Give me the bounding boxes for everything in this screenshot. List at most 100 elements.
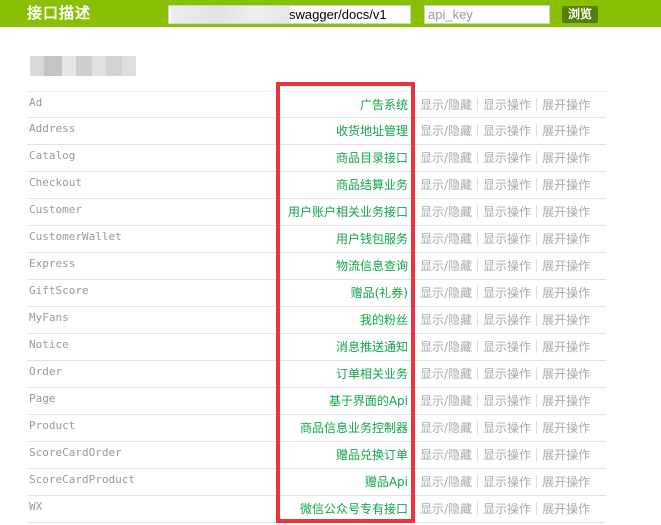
resource-name[interactable]: Order xyxy=(29,365,62,379)
resource-name[interactable]: ScoreCardProduct xyxy=(29,473,135,487)
resource-row: GiftScore 赠品(礼券) 显示/隐藏 显示操作 展开操作 xyxy=(27,280,606,307)
list-operations-link[interactable]: 显示操作 xyxy=(483,151,531,165)
show-hide-link[interactable]: 显示/隐藏 xyxy=(420,313,472,327)
resource-name[interactable]: Catalog xyxy=(29,149,75,163)
show-hide-link[interactable]: 显示/隐藏 xyxy=(420,340,472,354)
redacted-heading xyxy=(30,56,136,76)
expand-operations-link[interactable]: 展开操作 xyxy=(542,286,590,300)
list-operations-link[interactable]: 显示操作 xyxy=(483,367,531,381)
divider xyxy=(536,178,538,191)
expand-operations-link[interactable]: 展开操作 xyxy=(542,313,590,327)
expand-operations-link[interactable]: 展开操作 xyxy=(542,151,590,165)
show-hide-link[interactable]: 显示/隐藏 xyxy=(420,502,472,516)
list-operations-link[interactable]: 显示操作 xyxy=(483,313,531,327)
resource-actions: 显示/隐藏 显示操作 展开操作 xyxy=(420,177,590,193)
expand-operations-link[interactable]: 展开操作 xyxy=(542,124,590,138)
show-hide-link[interactable]: 显示/隐藏 xyxy=(420,259,472,273)
expand-operations-link[interactable]: 展开操作 xyxy=(542,475,590,489)
expand-operations-link[interactable]: 展开操作 xyxy=(542,367,590,381)
resource-description: 商品目录接口 xyxy=(335,151,408,165)
list-operations-link[interactable]: 显示操作 xyxy=(483,421,531,435)
show-hide-link[interactable]: 显示/隐藏 xyxy=(420,178,472,192)
resource-name[interactable]: WX xyxy=(29,500,42,514)
show-hide-link[interactable]: 显示/隐藏 xyxy=(420,394,472,408)
show-hide-link[interactable]: 显示/隐藏 xyxy=(420,286,472,300)
resource-row: Customer 用户账户相关业务接口 显示/隐藏 显示操作 展开操作 xyxy=(27,199,606,226)
resource-name[interactable]: Express xyxy=(29,257,75,271)
resource-row: CustomerWallet 用户钱包服务 显示/隐藏 显示操作 展开操作 xyxy=(27,226,606,253)
explore-button[interactable]: 浏览 xyxy=(562,6,598,23)
resource-description: 赠品(礼券) xyxy=(350,286,408,300)
resource-name[interactable]: Product xyxy=(29,419,75,433)
resource-description: 微信公众号专有接口 xyxy=(299,502,408,516)
api-key-input[interactable]: api_key xyxy=(424,5,550,24)
expand-operations-link[interactable]: 展开操作 xyxy=(542,232,590,246)
list-operations-link[interactable]: 显示操作 xyxy=(483,394,531,408)
list-operations-link[interactable]: 显示操作 xyxy=(483,98,531,112)
show-hide-link[interactable]: 显示/隐藏 xyxy=(420,421,472,435)
list-operations-link[interactable]: 显示操作 xyxy=(483,475,531,489)
resource-name[interactable]: Customer xyxy=(29,203,82,217)
resource-name[interactable]: Page xyxy=(29,392,56,406)
expand-operations-link[interactable]: 展开操作 xyxy=(542,394,590,408)
resource-name[interactable]: CustomerWallet xyxy=(29,230,122,244)
resource-description: 我的粉丝 xyxy=(359,313,408,327)
expand-operations-link[interactable]: 展开操作 xyxy=(542,205,590,219)
expand-operations-link[interactable]: 展开操作 xyxy=(542,259,590,273)
expand-operations-link[interactable]: 展开操作 xyxy=(542,502,590,516)
expand-operations-link[interactable]: 展开操作 xyxy=(542,421,590,435)
resource-name[interactable]: GiftScore xyxy=(29,284,89,298)
show-hide-link[interactable]: 显示/隐藏 xyxy=(420,367,472,381)
divider xyxy=(536,340,538,353)
divider xyxy=(477,259,479,272)
resource-actions: 显示/隐藏 显示操作 展开操作 xyxy=(420,501,590,517)
show-hide-link[interactable]: 显示/隐藏 xyxy=(420,232,472,246)
resource-row: Product 商品信息业务控制器 显示/隐藏 显示操作 展开操作 xyxy=(27,415,606,442)
resource-name[interactable]: Address xyxy=(29,122,75,136)
show-hide-link[interactable]: 显示/隐藏 xyxy=(420,151,472,165)
resource-list: Ad 广告系统 显示/隐藏 显示操作 展开操作 Address 收货地址管理 显示/隐藏 显示操… xyxy=(27,91,606,523)
resource-description: 用户钱包服务 xyxy=(335,232,408,246)
resource-name[interactable]: MyFans xyxy=(29,311,69,325)
resource-row: Checkout 商品结算业务 显示/隐藏 显示操作 展开操作 xyxy=(27,172,606,199)
show-hide-link[interactable]: 显示/隐藏 xyxy=(420,205,472,219)
list-operations-link[interactable]: 显示操作 xyxy=(483,232,531,246)
resource-name[interactable]: ScoreCardOrder xyxy=(29,446,122,460)
list-operations-link[interactable]: 显示操作 xyxy=(483,340,531,354)
divider xyxy=(536,421,538,434)
list-operations-link[interactable]: 显示操作 xyxy=(483,286,531,300)
expand-operations-link[interactable]: 展开操作 xyxy=(542,448,590,462)
divider xyxy=(536,367,538,380)
expand-operations-link[interactable]: 展开操作 xyxy=(542,340,590,354)
resource-description: 收货地址管理 xyxy=(335,124,408,138)
list-operations-link[interactable]: 显示操作 xyxy=(483,448,531,462)
divider xyxy=(477,124,479,137)
resource-name[interactable]: Ad xyxy=(29,96,42,110)
resource-row: MyFans 我的粉丝 显示/隐藏 显示操作 展开操作 xyxy=(27,307,606,334)
divider xyxy=(477,205,479,218)
show-hide-link[interactable]: 显示/隐藏 xyxy=(420,98,472,112)
expand-operations-link[interactable]: 展开操作 xyxy=(542,98,590,112)
divider xyxy=(536,448,538,461)
list-operations-link[interactable]: 显示操作 xyxy=(483,502,531,516)
list-operations-link[interactable]: 显示操作 xyxy=(483,205,531,219)
expand-operations-link[interactable]: 展开操作 xyxy=(542,178,590,192)
show-hide-link[interactable]: 显示/隐藏 xyxy=(420,124,472,138)
divider xyxy=(536,286,538,299)
resource-description: 广告系统 xyxy=(359,98,408,112)
divider xyxy=(536,475,538,488)
show-hide-link[interactable]: 显示/隐藏 xyxy=(420,448,472,462)
resource-row: Express 物流信息查询 显示/隐藏 显示操作 展开操作 xyxy=(27,253,606,280)
resource-name[interactable]: Notice xyxy=(29,338,69,352)
divider xyxy=(536,124,538,137)
resource-actions: 显示/隐藏 显示操作 展开操作 xyxy=(420,393,590,409)
resource-name[interactable]: Checkout xyxy=(29,176,82,190)
divider xyxy=(477,98,479,111)
show-hide-link[interactable]: 显示/隐藏 xyxy=(420,475,472,489)
list-operations-link[interactable]: 显示操作 xyxy=(483,124,531,138)
list-operations-link[interactable]: 显示操作 xyxy=(483,178,531,192)
discovery-url-input[interactable]: swagger/docs/v1 xyxy=(168,5,411,24)
resource-actions: 显示/隐藏 显示操作 展开操作 xyxy=(420,231,590,247)
list-operations-link[interactable]: 显示操作 xyxy=(483,259,531,273)
resource-description: 赠品Api xyxy=(364,475,408,489)
